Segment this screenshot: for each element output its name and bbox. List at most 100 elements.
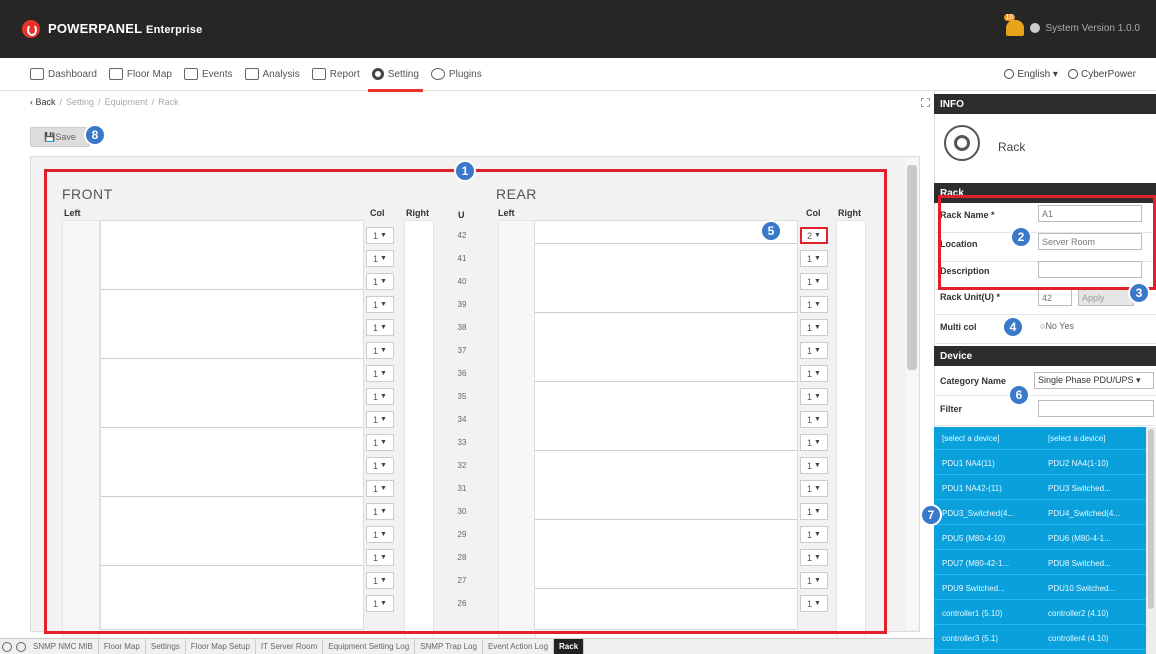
- plugins-icon: [430, 68, 445, 80]
- rack-gear-icon: [944, 125, 980, 161]
- notification-count: 10: [1003, 14, 1016, 21]
- device-name: PDU10 Switched...: [1048, 583, 1116, 593]
- device-list-item[interactable]: controller1 (5.10) controller2 (4.10): [934, 602, 1146, 625]
- callout-4: 4: [1002, 316, 1024, 338]
- account-icon: [1067, 68, 1078, 79]
- bottom-tab[interactable]: SNMP NMC MIB: [28, 639, 99, 654]
- bottom-tab[interactable]: Settings: [146, 639, 186, 654]
- bottom-tab-bar: SNMP NMC MIB Floor Map Settings Floor Map S…: [0, 638, 934, 654]
- device-name: PDU3 Switched...: [1048, 483, 1111, 493]
- device-name: [select a device]: [942, 433, 1000, 443]
- callout-1: 1: [454, 160, 476, 182]
- device-name: [select a device]: [1048, 433, 1106, 443]
- device-name: PDU9 Switched...: [942, 583, 1005, 593]
- device-name: PDU7 (M80-42-1...: [942, 558, 1010, 568]
- info-title: Rack: [998, 140, 1026, 154]
- callout-3: 3: [1128, 282, 1150, 304]
- device-list-item[interactable]: [select a device] [select a device]: [934, 427, 1146, 450]
- device-list-scroll-thumb[interactable]: [1148, 429, 1154, 609]
- nav-events[interactable]: Events: [183, 58, 233, 91]
- save-button[interactable]: 💾 Save: [30, 127, 90, 147]
- callout-8: 8: [84, 124, 106, 146]
- device-list-item[interactable]: PDU5 (M80-4-10) PDU6 (M80-4-1...: [934, 527, 1146, 550]
- device-list-item[interactable]: PDU3_Switched(4... PDU4_Switched(4...: [934, 502, 1146, 525]
- breadcrumb-rack: Rack: [158, 97, 179, 107]
- floor-map-icon: [108, 68, 123, 80]
- device-name: PDU2 NA4(1-10): [1048, 458, 1109, 468]
- filter-input[interactable]: [1038, 400, 1154, 417]
- nav-plugins[interactable]: Plugins: [430, 58, 482, 91]
- back-link[interactable]: ‹ Back: [30, 97, 56, 107]
- nav-analysis[interactable]: Analysis: [244, 58, 300, 91]
- device-name: PDU4_Switched(4...: [1048, 508, 1121, 518]
- device-name: PDU1 NA42-(11): [942, 483, 1002, 493]
- nav-setting[interactable]: Setting: [367, 58, 424, 92]
- device-list-item[interactable]: PDU7 (M80-42-1... PDU8 Switched...: [934, 552, 1146, 575]
- dashboard-icon: [30, 68, 44, 80]
- multicol-radio-group[interactable]: ○No Yes: [1040, 321, 1074, 331]
- fullscreen-icon[interactable]: [921, 98, 930, 107]
- language-select[interactable]: English ▾: [1004, 69, 1058, 80]
- power-logo-icon: [22, 20, 40, 38]
- bottom-tab[interactable]: Equipment Setting Log: [323, 639, 416, 654]
- device-name: PDU6 (M80-4-1...: [1048, 533, 1111, 543]
- report-icon: [311, 68, 326, 80]
- nav-report[interactable]: Report: [311, 58, 360, 91]
- callout-5: 5: [760, 220, 782, 242]
- bottom-tab[interactable]: Floor Map Setup: [186, 639, 256, 654]
- events-icon: [183, 68, 198, 80]
- analysis-icon: [244, 68, 259, 80]
- tab-scroll-left-icon[interactable]: [2, 641, 12, 652]
- breadcrumb-equipment[interactable]: Equipment: [105, 97, 148, 107]
- device-name: controller1 (5.10): [942, 608, 1003, 618]
- rack-form-highlight-frame: [938, 195, 1156, 290]
- callout-2: 2: [1010, 226, 1032, 248]
- bottom-tab-active[interactable]: Rack: [554, 639, 585, 654]
- device-name: controller2 (4.10): [1048, 608, 1109, 618]
- notification-icon[interactable]: 10: [1003, 14, 1024, 36]
- app-header: POWERPANEL Enterprise 10 System Version …: [0, 0, 1156, 58]
- device-name: controller3 (5.1): [942, 633, 999, 643]
- device-name: controller4 (4.10): [1048, 633, 1109, 643]
- tab-close-all-icon[interactable]: [16, 641, 26, 652]
- device-name: PDU8 Switched...: [1048, 558, 1111, 568]
- rack-unit-input[interactable]: 42: [1038, 289, 1072, 306]
- info-header: INFO: [934, 94, 1156, 114]
- device-section-header: Device: [934, 346, 1156, 366]
- account-menu[interactable]: CyberPower: [1067, 68, 1136, 80]
- device-list[interactable]: [select a device] [select a device] PDU1 N…: [934, 427, 1146, 654]
- category-select[interactable]: Single Phase PDU/UPS ▾: [1034, 372, 1154, 389]
- bottom-tab[interactable]: SNMP Trap Log: [415, 639, 483, 654]
- device-name: PDU3_Switched(4...: [942, 508, 1015, 518]
- user-area[interactable]: 10 System Version 1.0.0: [1003, 14, 1141, 36]
- device-list-item[interactable]: PDU9 Switched... PDU10 Switched...: [934, 577, 1146, 600]
- globe-icon: [1004, 68, 1015, 79]
- multicol-label: Multi col: [940, 322, 977, 332]
- breadcrumb-setting[interactable]: Setting: [66, 97, 94, 107]
- rack-highlight-frame: [44, 169, 887, 634]
- user-name: System Version 1.0.0: [1045, 22, 1141, 34]
- device-name: PDU5 (M80-4-10): [942, 533, 1006, 543]
- gear-icon: [371, 68, 384, 80]
- callout-7: 7: [920, 504, 942, 526]
- scrollbar-thumb[interactable]: [907, 165, 917, 370]
- rack-unit-label: Rack Unit(U) *: [940, 292, 1001, 302]
- device-list-item[interactable]: PDU1 NA42-(11) PDU3 Switched...: [934, 477, 1146, 500]
- category-label: Category Name: [940, 376, 1007, 386]
- bottom-tab[interactable]: IT Server Room: [256, 639, 324, 654]
- apply-unit-button[interactable]: Apply: [1078, 289, 1134, 306]
- user-icon: [1029, 23, 1040, 33]
- brand-title: POWERPANEL Enterprise: [48, 21, 203, 36]
- device-list-item[interactable]: controller3 (5.1) controller4 (4.10): [934, 627, 1146, 650]
- filter-label: Filter: [940, 404, 963, 414]
- device-name: PDU1 NA4(11): [942, 458, 995, 468]
- device-list-item[interactable]: PDU1 NA4(11) PDU2 NA4(1-10): [934, 452, 1146, 475]
- top-right-nav: English ▾ CyberPower: [934, 58, 1156, 91]
- callout-6: 6: [1008, 384, 1030, 406]
- main-nav: Dashboard Floor Map Events Analysis Repo…: [0, 58, 934, 92]
- breadcrumb: ‹ Back / Setting / Equipment / Rack: [30, 97, 179, 107]
- nav-floor-map[interactable]: Floor Map: [108, 58, 172, 91]
- bottom-tab[interactable]: Event Action Log: [483, 639, 555, 654]
- bottom-tab[interactable]: Floor Map: [99, 639, 146, 654]
- nav-dashboard[interactable]: Dashboard: [30, 58, 97, 91]
